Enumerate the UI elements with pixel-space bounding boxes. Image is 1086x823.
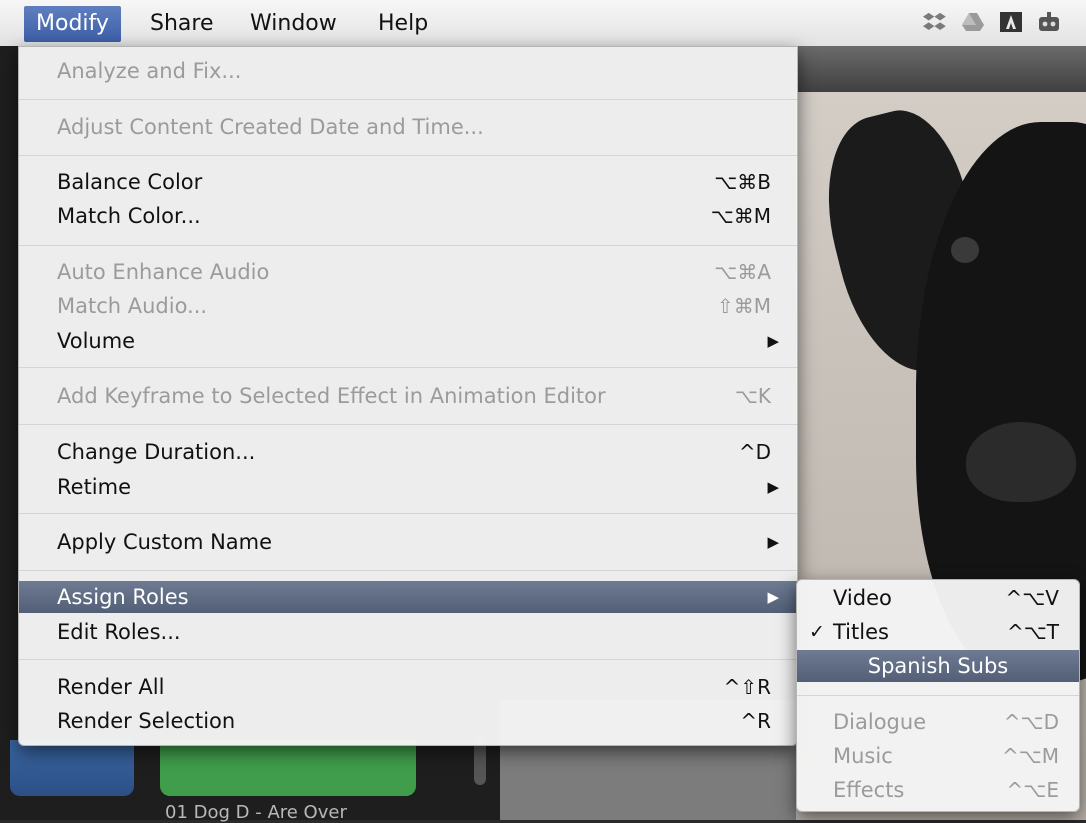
menu-window[interactable]: Window: [238, 6, 349, 42]
viewer-toolbar: [796, 46, 1086, 92]
assign-roles-submenu: Video ^⌥V ✓ Titles ^⌥T Spanish Subs Dial…: [796, 579, 1080, 812]
menu-bar: Modify Share Window Help: [0, 0, 1086, 47]
role-shortcut: ^⌥D: [1003, 710, 1059, 734]
role-item-music[interactable]: Music ^⌥M: [797, 740, 1079, 772]
role-label: Music: [833, 744, 893, 768]
menu-item-label: Render All: [57, 675, 165, 699]
role-shortcut: ^⌥E: [1006, 778, 1059, 802]
menu-item-label: Render Selection: [57, 709, 236, 733]
role-item-titles[interactable]: ✓ Titles ^⌥T: [797, 616, 1079, 648]
menu-item-shortcut: ^R: [740, 709, 771, 733]
modify-menu: Analyze and Fix... Adjust Content Create…: [18, 46, 798, 746]
menu-item-shortcut: ⌥⌘M: [710, 204, 771, 228]
menu-item-shortcut: ⌥⌘B: [714, 170, 771, 194]
menu-separator: [19, 245, 797, 246]
menu-separator: [19, 155, 797, 156]
menu-item-label: Volume: [57, 329, 136, 353]
menu-item-label: Change Duration...: [57, 440, 256, 464]
submenu-arrow-icon: ▶: [767, 533, 779, 551]
checkmark-icon: ✓: [809, 621, 825, 643]
menu-item-change-duration[interactable]: Change Duration... ^D: [19, 436, 797, 468]
menu-item-adjust-date[interactable]: Adjust Content Created Date and Time...: [19, 111, 797, 143]
menu-item-retime[interactable]: Retime ▶: [19, 471, 797, 503]
menu-item-render-all[interactable]: Render All ^⇧R: [19, 671, 797, 703]
role-label: Effects: [833, 778, 905, 802]
menu-item-label: Edit Roles...: [57, 620, 181, 644]
robot-icon[interactable]: [1036, 10, 1062, 36]
menu-item-assign-roles[interactable]: Assign Roles ▶: [19, 581, 797, 613]
submenu-arrow-icon: ▶: [767, 588, 779, 606]
clip-thumbnail[interactable]: [10, 740, 134, 796]
menu-item-volume[interactable]: Volume ▶: [19, 325, 797, 357]
menu-item-label: Apply Custom Name: [57, 530, 273, 554]
role-shortcut: ^⌥V: [1005, 586, 1060, 610]
menu-item-apply-custom-name[interactable]: Apply Custom Name ▶: [19, 526, 797, 558]
menu-item-label: Add Keyframe to Selected Effect in Anima…: [57, 384, 606, 408]
menu-item-add-keyframe[interactable]: Add Keyframe to Selected Effect in Anima…: [19, 380, 797, 412]
google-drive-icon[interactable]: [960, 10, 986, 36]
menu-item-label: Match Audio...: [57, 294, 208, 318]
menu-separator: [19, 367, 797, 368]
menu-item-shortcut: ^D: [738, 440, 771, 464]
role-item-spanish-subs[interactable]: Spanish Subs: [797, 650, 1079, 682]
menu-item-shortcut: ⌥K: [734, 384, 771, 408]
menu-item-render-selection[interactable]: Render Selection ^R: [19, 705, 797, 737]
menu-item-analyze-and-fix[interactable]: Analyze and Fix...: [19, 55, 797, 87]
role-item-dialogue[interactable]: Dialogue ^⌥D: [797, 706, 1079, 738]
submenu-arrow-icon: ▶: [767, 478, 779, 496]
role-item-video[interactable]: Video ^⌥V: [797, 582, 1079, 614]
menu-item-balance-color[interactable]: Balance Color ⌥⌘B: [19, 166, 797, 198]
menu-item-label: Match Color...: [57, 204, 201, 228]
menu-item-auto-enhance-audio[interactable]: Auto Enhance Audio ⌥⌘A: [19, 256, 797, 288]
dog-eye: [951, 237, 979, 263]
menu-item-label: Adjust Content Created Date and Time...: [57, 115, 484, 139]
menu-separator: [797, 695, 1079, 696]
menu-separator: [19, 570, 797, 571]
menu-separator: [19, 659, 797, 660]
menu-separator: [19, 424, 797, 425]
dog-nose: [966, 422, 1076, 502]
role-label: Spanish Subs: [867, 654, 1009, 678]
menu-item-label: Retime: [57, 475, 132, 499]
menu-separator: [19, 99, 797, 100]
role-label: Titles: [833, 620, 889, 644]
role-item-effects[interactable]: Effects ^⌥E: [797, 774, 1079, 806]
menu-item-shortcut: ^⇧R: [723, 675, 771, 699]
menu-item-match-audio[interactable]: Match Audio... ⇧⌘M: [19, 290, 797, 322]
menu-item-label: Auto Enhance Audio: [57, 260, 270, 284]
menu-share[interactable]: Share: [138, 6, 226, 42]
menu-item-label: Assign Roles: [57, 585, 189, 609]
role-shortcut: ^⌥M: [1001, 744, 1059, 768]
submenu-arrow-icon: ▶: [767, 332, 779, 350]
menu-item-shortcut: ⌥⌘A: [714, 260, 771, 284]
dropbox-icon[interactable]: [922, 10, 948, 36]
menu-separator: [19, 513, 797, 514]
menu-help[interactable]: Help: [366, 6, 440, 42]
role-shortcut: ^⌥T: [1006, 620, 1059, 644]
menu-item-match-color[interactable]: Match Color... ⌥⌘M: [19, 200, 797, 232]
menu-item-shortcut: ⇧⌘M: [716, 294, 771, 318]
role-label: Video: [833, 586, 892, 610]
adobe-icon[interactable]: [998, 10, 1024, 36]
menu-item-label: Analyze and Fix...: [57, 59, 242, 83]
clip-thumbnail-selected[interactable]: [160, 740, 416, 796]
menu-modify[interactable]: Modify: [24, 6, 121, 42]
role-label: Dialogue: [833, 710, 927, 734]
menu-item-label: Balance Color: [57, 170, 203, 194]
menu-item-edit-roles[interactable]: Edit Roles...: [19, 616, 797, 648]
